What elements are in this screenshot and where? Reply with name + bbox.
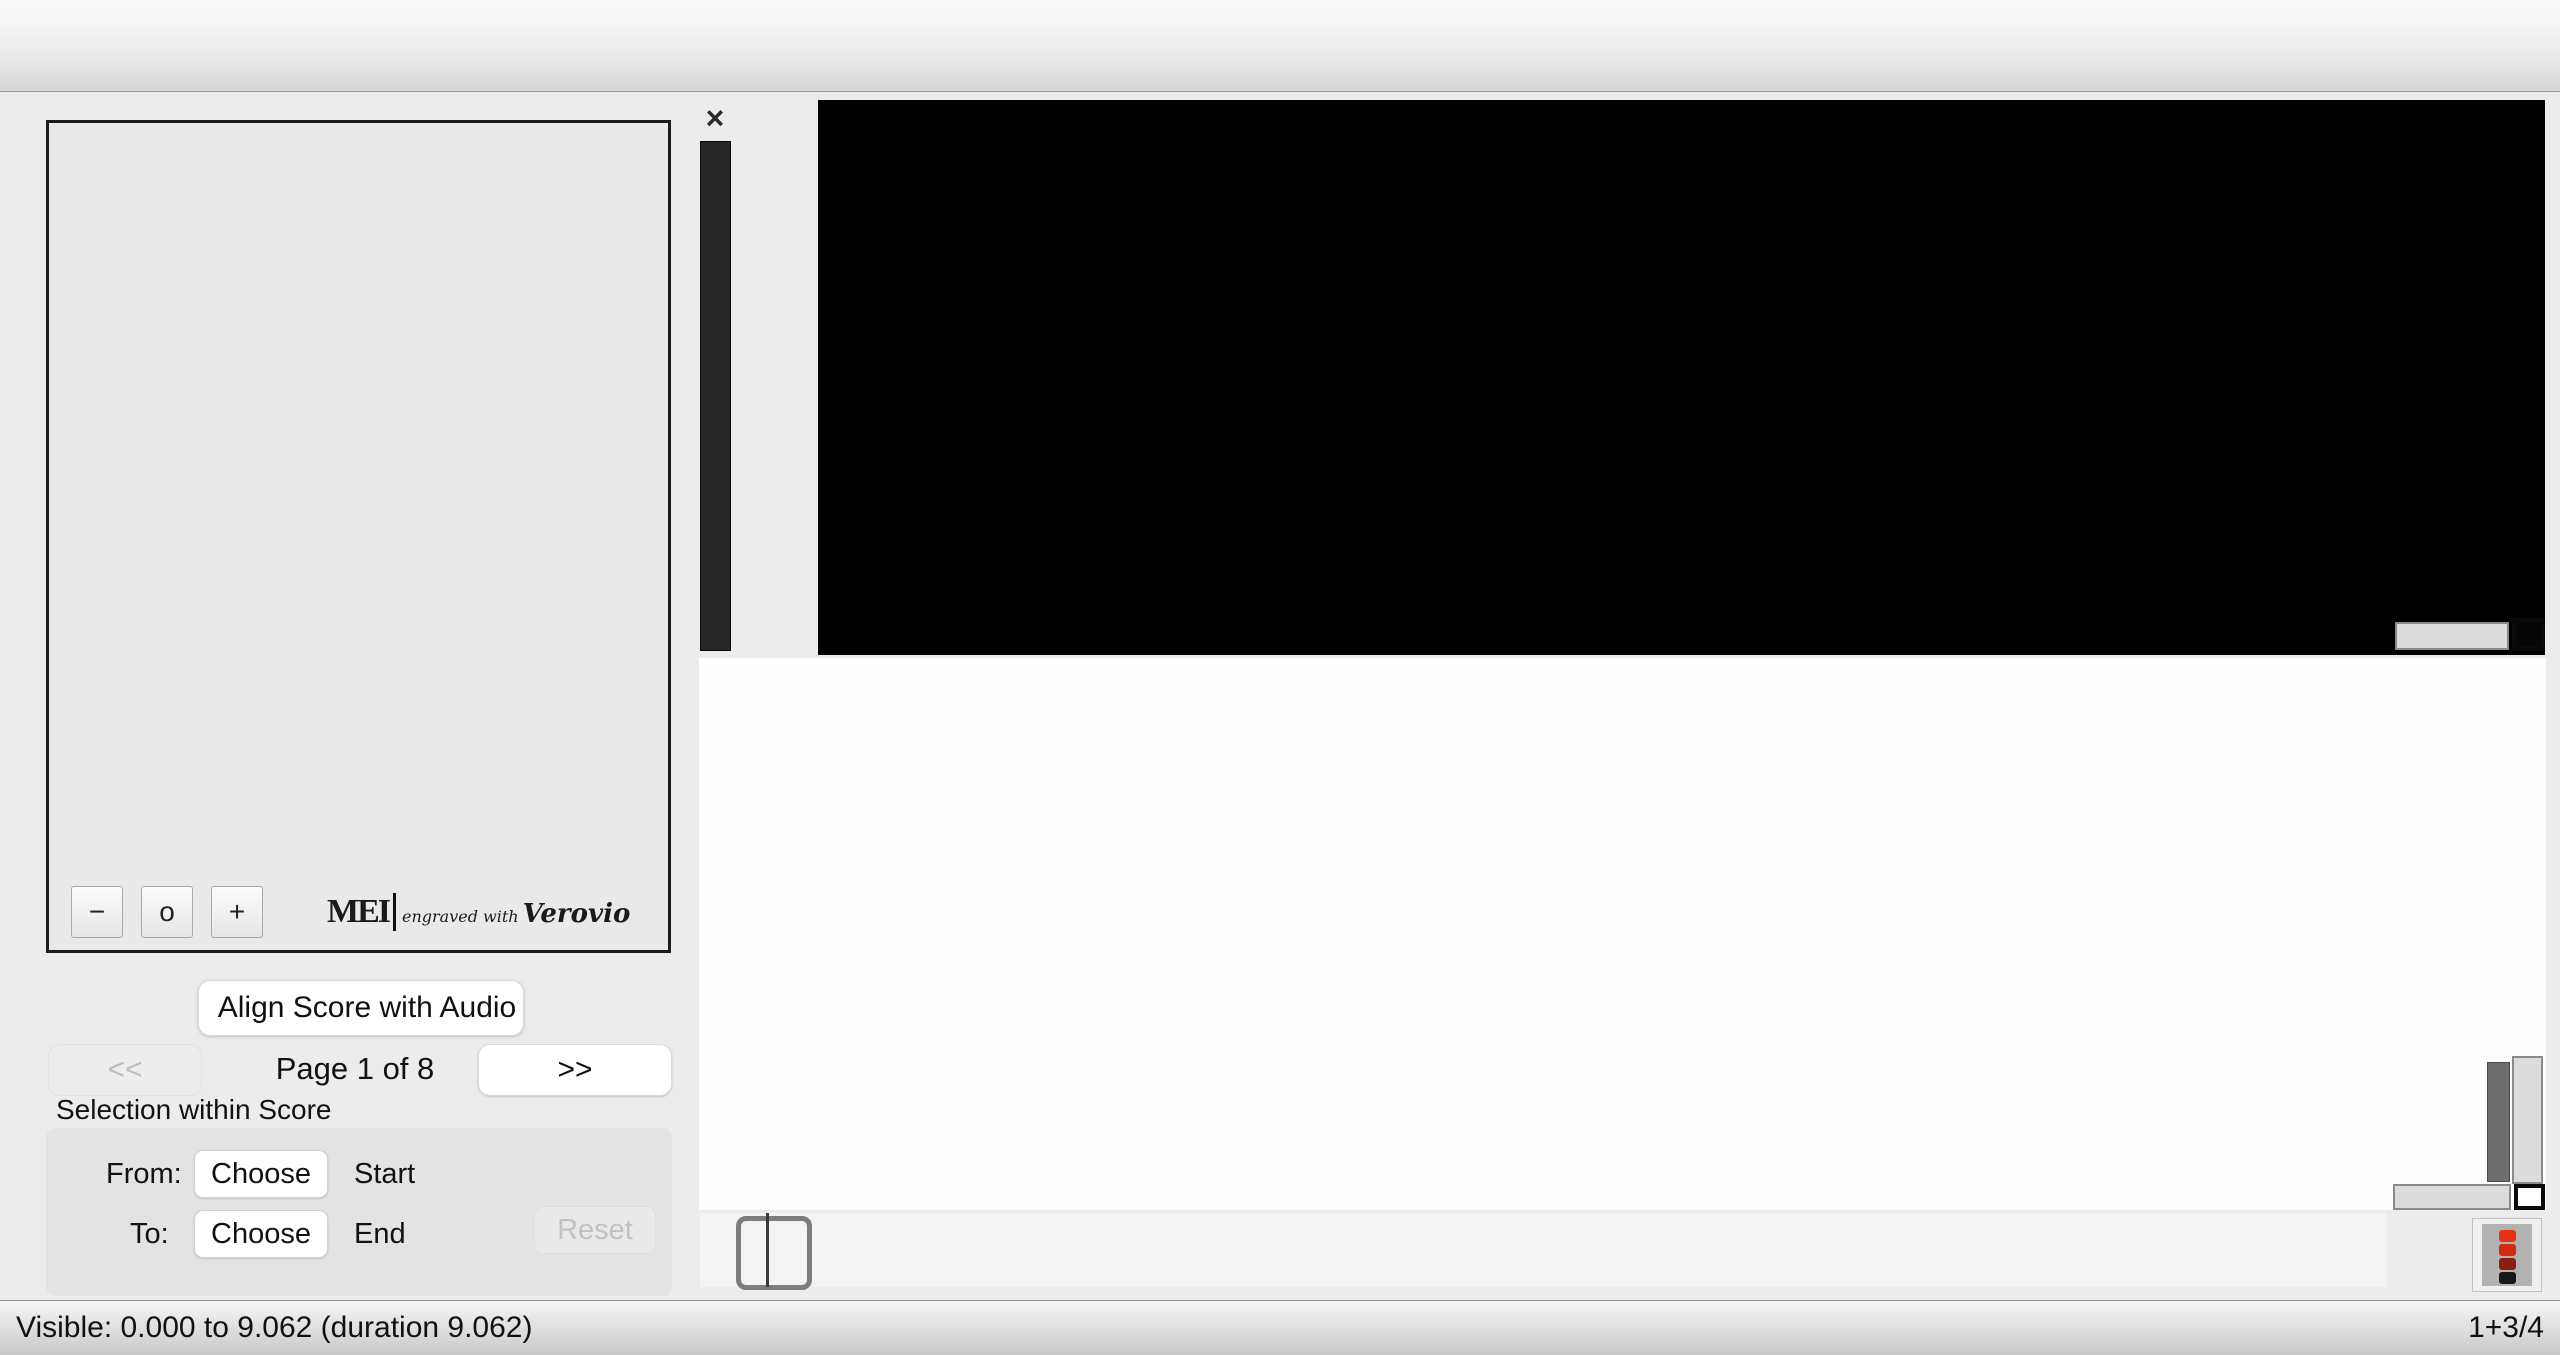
volume-knob[interactable] xyxy=(2384,1212,2470,1298)
to-label: To: xyxy=(130,1218,169,1250)
meter-led-4 xyxy=(2499,1272,2516,1284)
score-zoom-out-button[interactable]: − xyxy=(71,886,123,938)
selection-within-score-title: Selection within Score xyxy=(56,1094,332,1125)
spectrogram-view[interactable] xyxy=(818,100,2545,655)
status-bar: Visible: 0.000 to 9.062 (duration 9.062)… xyxy=(0,1300,2560,1355)
audio-overview-strip[interactable] xyxy=(700,1213,2386,1290)
page-previous-button[interactable]: << xyxy=(48,1044,202,1096)
spectrogram-left-scrollstrip[interactable] xyxy=(700,141,731,651)
score-canvas[interactable] xyxy=(49,123,668,883)
to-choose-button[interactable]: Choose xyxy=(194,1210,328,1258)
to-value: End xyxy=(354,1218,406,1250)
engraved-with-text: engraved with xyxy=(402,907,519,926)
frequency-ruler[interactable] xyxy=(736,100,818,655)
level-meter-display xyxy=(2482,1224,2532,1286)
mei-logo-text: MEI xyxy=(327,893,396,931)
score-zoom-in-button[interactable]: + xyxy=(211,886,263,938)
overview-playhead[interactable] xyxy=(766,1213,769,1287)
score-zoom-reset-button[interactable]: o xyxy=(141,886,193,938)
spectrogram-overview-box[interactable] xyxy=(2512,618,2545,651)
meter-led-3 xyxy=(2499,1258,2516,1270)
verovio-text: Verovio xyxy=(522,899,631,929)
overview-visible-window[interactable] xyxy=(736,1216,812,1290)
score-panel[interactable]: − o + MEI engraved with Verovio xyxy=(46,120,671,953)
meter-led-2 xyxy=(2499,1244,2516,1256)
meter-led-1 xyxy=(2499,1230,2516,1242)
spectrogram-close-button[interactable]: × xyxy=(697,100,733,136)
spectrogram-image[interactable] xyxy=(818,100,2545,655)
overview-waveform xyxy=(700,1213,2386,1287)
from-choose-button[interactable]: Choose xyxy=(194,1150,328,1198)
tempo-pane-scroll-thumb[interactable] xyxy=(2487,1062,2510,1182)
align-score-with-audio-button[interactable]: Align Score with Audio xyxy=(198,980,524,1036)
toolbar xyxy=(0,0,2560,92)
from-value: Start xyxy=(354,1158,416,1190)
tempo-overview-box[interactable] xyxy=(2514,1184,2545,1210)
align-button-label: Align Score with Audio xyxy=(217,991,517,1024)
status-musical-time: 1+3/4 xyxy=(2468,1311,2544,1344)
tempo-waveform-pane[interactable] xyxy=(699,658,2546,1210)
score-zoom-controls: − o + MEI engraved with Verovio xyxy=(49,880,668,944)
from-label: From: xyxy=(106,1158,182,1190)
page-next-button[interactable]: >> xyxy=(478,1044,672,1096)
level-meter xyxy=(2472,1218,2542,1292)
status-visible-range: Visible: 0.000 to 9.062 (duration 9.062) xyxy=(16,1311,533,1344)
selection-reset-button[interactable]: Reset xyxy=(534,1206,656,1254)
application-window: − o + MEI engraved with Verovio Align Sc… xyxy=(0,0,2560,1355)
spectrogram-zoom-wheel[interactable] xyxy=(2395,622,2509,650)
tempo-waveform-plot[interactable] xyxy=(699,658,2546,1210)
mei-verovio-logo: MEI engraved with Verovio xyxy=(327,893,630,931)
page-indicator: Page 1 of 8 xyxy=(275,1051,435,1086)
selection-within-score-group: From: Choose Start To: Choose End Reset xyxy=(46,1128,672,1296)
tempo-zoom-wheel[interactable] xyxy=(2393,1184,2511,1210)
tempo-vertical-zoom-wheel[interactable] xyxy=(2512,1056,2543,1184)
